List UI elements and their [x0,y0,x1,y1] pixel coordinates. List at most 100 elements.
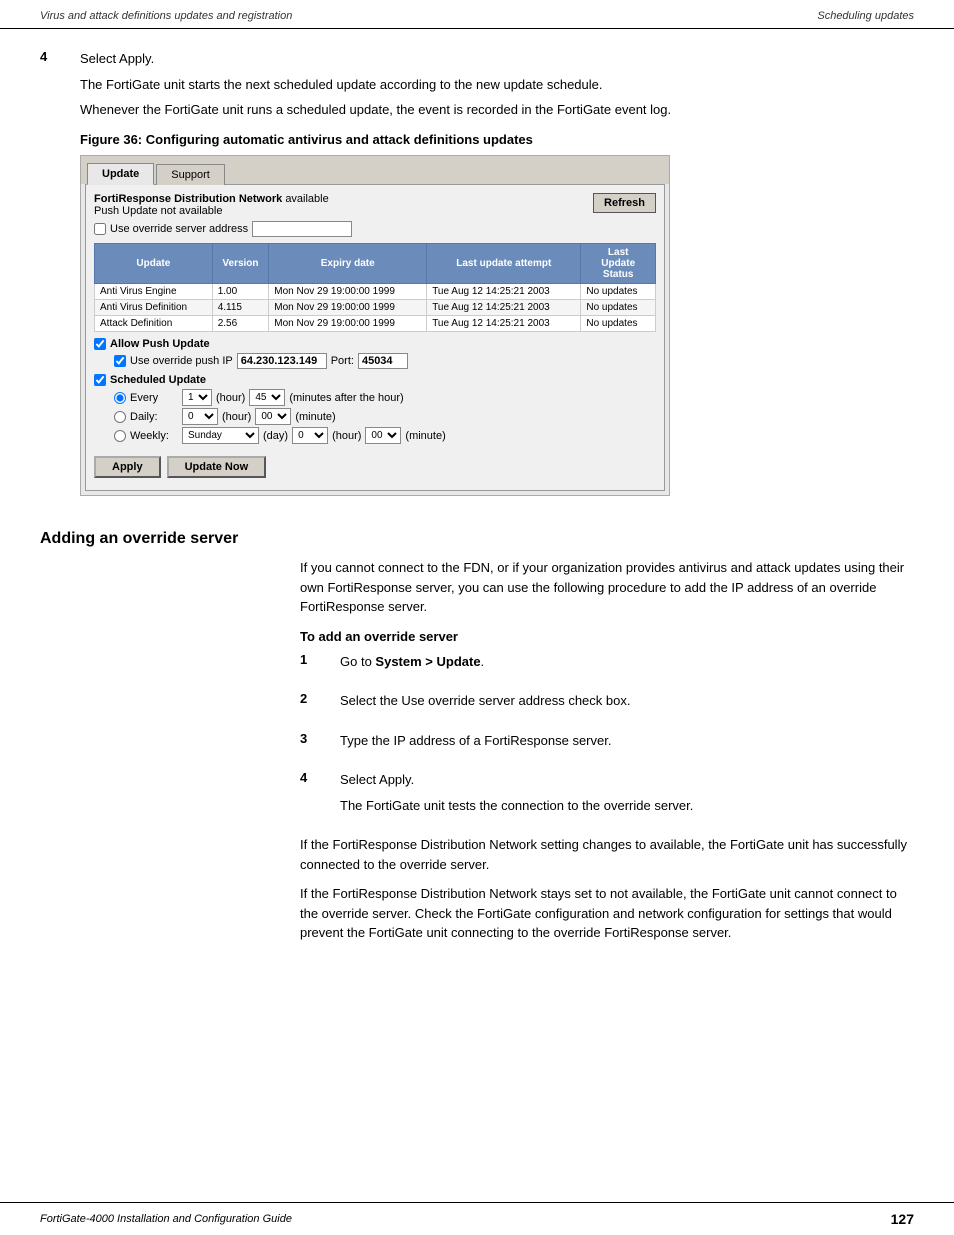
scheduled-checkbox[interactable] [94,374,106,386]
footer-left: FortiGate-4000 Installation and Configur… [40,1213,292,1225]
step-4-line1: Select Apply. [80,49,914,69]
push-port-input[interactable] [358,353,408,369]
step-4-item: 4 Select Apply. The FortiGate unit start… [40,49,914,516]
push-update-status: not available [161,205,223,217]
daily-minute-label: (minute) [295,411,335,423]
override-step-2-content: Select the Use override server address c… [340,691,914,717]
weekly-radio[interactable] [114,430,126,442]
update-table: Update Version Expiry date Last update a… [94,243,656,332]
override-para1: If the FortiResponse Distribution Networ… [300,835,914,874]
every-minute-label: (minutes after the hour) [289,392,403,404]
table-header-row: Update Version Expiry date Last update a… [95,244,656,284]
push-override-label: Use override push IP [130,355,233,367]
override-para2: If the FortiResponse Distribution Networ… [300,884,914,943]
daily-minute-select[interactable]: 00153045 [255,408,291,425]
weekly-minute-label: (minute) [405,430,445,442]
allow-push-label: Allow Push Update [110,338,210,350]
weekly-minute-select[interactable]: 00153045 [365,427,401,444]
override-row: Use override server address [94,221,656,237]
scheduled-update-section: Scheduled Update [94,374,656,386]
fdn-title: FortiResponse Distribution Network [94,193,282,205]
push-sub-row: Use override push IP Port: [114,353,656,369]
scheduled-label: Scheduled Update [110,374,206,386]
col-update: Update [95,244,213,284]
col-version: Version [212,244,269,284]
weekly-day-select[interactable]: SundayMondayTuesday WednesdayThursdayFri… [182,427,259,444]
tab-support[interactable]: Support [156,164,225,185]
override-step-3: 3 Type the IP address of a FortiResponse… [300,731,914,757]
update-now-button[interactable]: Update Now [167,456,267,478]
tabs-bar: Update Support [81,156,669,184]
override-checkbox[interactable] [94,223,106,235]
override-step-2-text: Select the Use override server address c… [340,691,914,711]
override-label: Use override server address [110,223,248,235]
figure-panel: FortiResponse Distribution Network avail… [85,184,665,491]
adding-override-intro: If you cannot connect to the FDN, or if … [300,558,914,617]
table-row: Anti Virus Definition4.115Mon Nov 29 19:… [95,300,656,316]
header-right: Scheduling updates [817,10,914,22]
fdn-status: available [285,193,328,205]
override-step-2-num: 2 [300,691,320,717]
override-step-4: 4 Select Apply. The FortiGate unit tests… [300,770,914,821]
override-step-4-num: 4 [300,770,320,821]
override-address-input[interactable] [252,221,352,237]
override-step-3-content: Type the IP address of a FortiResponse s… [340,731,914,757]
step-4-num: 4 [40,49,60,516]
tab-update[interactable]: Update [87,163,154,185]
page-number: 127 [891,1211,914,1227]
table-row: Anti Virus Engine1.00Mon Nov 29 19:00:00… [95,284,656,300]
override-step-4-content: Select Apply. The FortiGate unit tests t… [340,770,914,821]
override-step-1-text: Go to System > Update. [340,652,914,672]
weekly-label: Weekly: [130,430,178,442]
push-ip-input[interactable] [237,353,327,369]
step-4-line2: The FortiGate unit starts the next sched… [80,75,914,95]
adding-override-content: If you cannot connect to the FDN, or if … [300,558,914,943]
col-expiry: Expiry date [269,244,427,284]
fdn-row: FortiResponse Distribution Network avail… [94,193,656,217]
override-step-3-text: Type the IP address of a FortiResponse s… [340,731,914,751]
override-step-4-sub: The FortiGate unit tests the connection … [340,796,914,816]
fdn-info: FortiResponse Distribution Network avail… [94,193,329,217]
adding-override-title: Adding an override server [40,530,914,548]
every-radio[interactable] [114,392,126,404]
push-override-checkbox[interactable] [114,355,126,367]
page-footer: FortiGate-4000 Installation and Configur… [0,1202,954,1235]
every-hour-label: (hour) [216,392,245,404]
apply-button[interactable]: Apply [94,456,161,478]
adding-override-subtitle: To add an override server [300,629,914,644]
every-hour-select[interactable]: 1248 [182,389,212,406]
override-step-1: 1 Go to System > Update. [300,652,914,678]
override-step-4-text: Select Apply. [340,770,914,790]
allow-push-section: Allow Push Update [94,338,656,350]
override-step-2: 2 Select the Use override server address… [300,691,914,717]
step-4-line3: Whenever the FortiGate unit runs a sched… [80,100,914,120]
table-row: Attack Definition2.56Mon Nov 29 19:00:00… [95,316,656,332]
push-update-label: Push Update [94,205,158,217]
col-last-status: LastUpdateStatus [581,244,656,284]
weekly-hour-label: (hour) [332,430,361,442]
override-step-1-content: Go to System > Update. [340,652,914,678]
override-step-3-num: 3 [300,731,320,757]
header-left: Virus and attack definitions updates and… [40,10,292,22]
daily-hour-select[interactable]: 01612 [182,408,218,425]
daily-radio[interactable] [114,411,126,423]
every-row: Every 1248 (hour) 4501530 (minutes after… [114,389,656,406]
weekly-day-label: (day) [263,430,288,442]
daily-hour-label: (hour) [222,411,251,423]
every-minute-select[interactable]: 4501530 [249,389,285,406]
figure-box: Update Support FortiResponse Distributio… [80,155,670,496]
weekly-row: Weekly: SundayMondayTuesday WednesdayThu… [114,427,656,444]
allow-push-checkbox[interactable] [94,338,106,350]
page-header: Virus and attack definitions updates and… [0,0,954,29]
daily-row: Daily: 01612 (hour) 00153045 (minute) [114,408,656,425]
daily-label: Daily: [130,411,178,423]
col-last-attempt: Last update attempt [427,244,581,284]
refresh-button[interactable]: Refresh [593,193,656,213]
step-4-content: Select Apply. The FortiGate unit starts … [80,49,914,516]
figure-caption: Figure 36: Configuring automatic antivir… [80,130,914,150]
weekly-hour-select[interactable]: 01612 [292,427,328,444]
port-label: Port: [331,355,354,367]
override-step-1-num: 1 [300,652,320,678]
every-label: Every [130,392,178,404]
action-buttons: Apply Update Now [94,452,656,482]
